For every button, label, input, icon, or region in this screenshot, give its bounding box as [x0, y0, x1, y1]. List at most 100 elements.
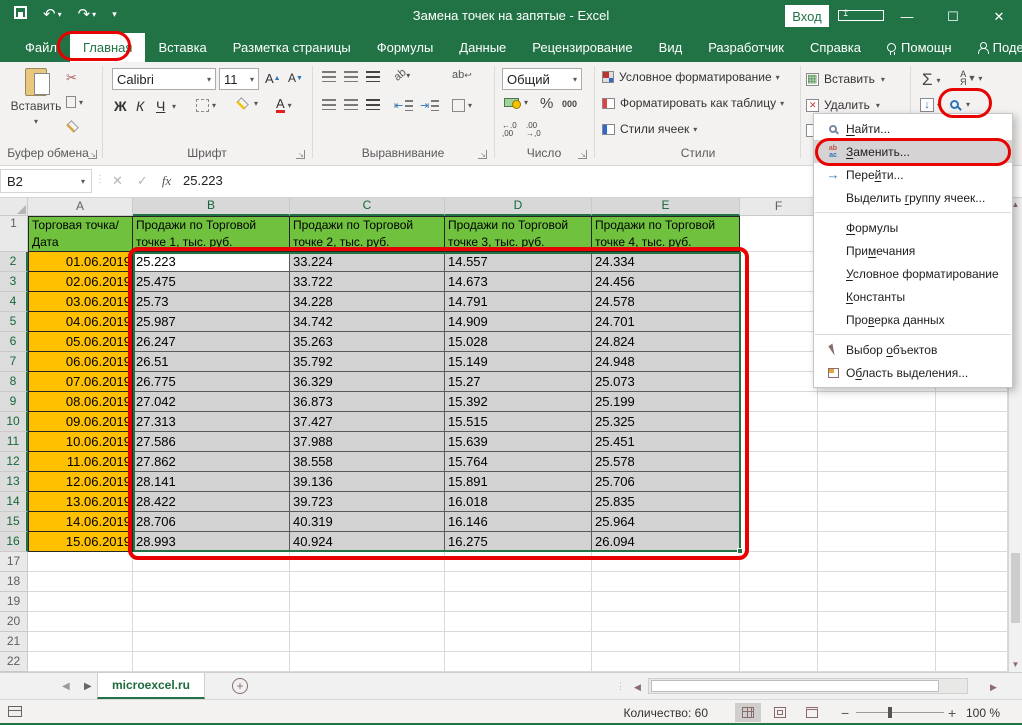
cell-D[interactable] [445, 572, 592, 592]
cell-A6-date[interactable]: 05.06.2019 [28, 332, 133, 352]
menu-item-выделитьгруппуячеек[interactable]: Выделить группу ячеек... [814, 186, 1012, 209]
fill-color-icon[interactable]: ▾ [236, 99, 258, 108]
align-middle-icon[interactable] [344, 71, 358, 82]
row-header-18[interactable]: 18 [0, 572, 28, 592]
column-header-C[interactable]: C [290, 198, 445, 216]
cell-D8[interactable]: 15.27 [445, 372, 592, 392]
menu-item-найти[interactable]: Найти... [814, 117, 1012, 140]
cell-F[interactable] [740, 452, 818, 472]
cell-E15[interactable]: 25.964 [592, 512, 740, 532]
cell-G[interactable] [818, 632, 936, 652]
cell-D15[interactable]: 16.146 [445, 512, 592, 532]
number-format-combo[interactable]: Общий▾ [502, 68, 582, 90]
fill-button[interactable]: ↓▾ [920, 98, 941, 112]
sign-in-button[interactable]: Вход [785, 5, 829, 27]
column-header-D[interactable]: D [445, 198, 592, 216]
cell-C7[interactable]: 35.792 [290, 352, 445, 372]
cut-icon[interactable]: ✂ [66, 70, 77, 86]
row-header-7[interactable]: 7 [0, 352, 28, 372]
zoom-slider-thumb[interactable] [888, 707, 892, 718]
cell-C[interactable] [290, 632, 445, 652]
align-top-icon[interactable] [322, 71, 336, 82]
redo-icon[interactable]: ↷▾ [78, 5, 97, 23]
cell-B[interactable] [133, 612, 290, 632]
menu-item-константы[interactable]: Константы [814, 285, 1012, 308]
cell-D6[interactable]: 15.028 [445, 332, 592, 352]
row-header-5[interactable]: 5 [0, 312, 28, 332]
cell-B10[interactable]: 27.313 [133, 412, 290, 432]
hscroll-left-icon[interactable]: ◀ [634, 682, 641, 693]
cell-A1-corner-header[interactable]: Торговая точка/ Дата [28, 216, 133, 252]
tab-home[interactable]: Главная [70, 33, 145, 62]
cell-G[interactable] [818, 532, 936, 552]
cell-E7[interactable]: 24.948 [592, 352, 740, 372]
close-icon[interactable]: ✕ [976, 9, 1022, 25]
zoom-out-icon[interactable]: − [841, 705, 849, 721]
cell-A9-date[interactable]: 08.06.2019 [28, 392, 133, 412]
font-name-combo[interactable]: Calibri▾ [112, 68, 216, 90]
menu-item-областьвыделения[interactable]: Область выделения... [814, 361, 1012, 384]
cell-F[interactable] [740, 612, 818, 632]
tabbar-splitter[interactable]: ⋮ [616, 681, 625, 692]
align-center-icon[interactable] [344, 99, 358, 110]
cell-F[interactable] [740, 392, 818, 412]
cell-E11[interactable]: 25.451 [592, 432, 740, 452]
save-icon[interactable] [14, 6, 27, 23]
shrink-font-icon[interactable]: A▼ [288, 71, 303, 85]
align-left-icon[interactable] [322, 99, 336, 110]
cell-F[interactable] [740, 292, 818, 312]
cancel-entry-icon[interactable]: ✕ [112, 173, 123, 189]
cell-C[interactable] [290, 592, 445, 612]
cell-F[interactable] [740, 332, 818, 352]
copy-icon[interactable]: ▾ [66, 96, 83, 108]
tab-file[interactable]: Файл [12, 33, 70, 62]
underline-dropdown-icon[interactable]: ▾ [172, 102, 176, 111]
cell-C11[interactable]: 37.988 [290, 432, 445, 452]
cell-E[interactable] [592, 552, 740, 572]
cell-F[interactable] [740, 372, 818, 392]
cell-H[interactable] [936, 452, 1008, 472]
cell-G[interactable] [818, 552, 936, 572]
cell-B12[interactable]: 27.862 [133, 452, 290, 472]
cell-E[interactable] [592, 652, 740, 672]
cell-F[interactable] [740, 252, 818, 272]
italic-button[interactable]: К [136, 98, 144, 114]
cell-G[interactable] [818, 652, 936, 672]
row-header-12[interactable]: 12 [0, 452, 28, 472]
cell-A4-date[interactable]: 03.06.2019 [28, 292, 133, 312]
increase-indent-icon[interactable]: ⇥ [420, 99, 439, 112]
font-size-combo[interactable]: 11▾ [219, 68, 259, 90]
cell-D12[interactable]: 15.764 [445, 452, 592, 472]
menu-item-примечания[interactable]: Примечания [814, 239, 1012, 262]
cell-F[interactable] [740, 552, 818, 572]
cell-E[interactable] [592, 572, 740, 592]
cell-C3[interactable]: 33.722 [290, 272, 445, 292]
row-header-13[interactable]: 13 [0, 472, 28, 492]
ribbon-display-options-icon[interactable] [838, 9, 884, 24]
cell-H[interactable] [936, 412, 1008, 432]
menu-item-перейти[interactable]: →Перейти... [814, 163, 1012, 186]
cell-B1-series-header[interactable]: Продажи по Торговой точке 1, тыс. руб. [133, 216, 290, 252]
minimize-icon[interactable]: — [884, 9, 930, 24]
menu-item-выборобъектов[interactable]: Выбор объектов [814, 338, 1012, 361]
cell-B13[interactable]: 28.141 [133, 472, 290, 492]
confirm-entry-icon[interactable]: ✓ [137, 173, 148, 189]
cell-F[interactable] [740, 632, 818, 652]
cell-B11[interactable]: 27.586 [133, 432, 290, 452]
cell-E16[interactable]: 26.094 [592, 532, 740, 552]
cell-B16[interactable]: 28.993 [133, 532, 290, 552]
row-header-8[interactable]: 8 [0, 372, 28, 392]
tab-assistant[interactable]: Помощн [874, 33, 965, 62]
cell-C5[interactable]: 34.742 [290, 312, 445, 332]
cell-G[interactable] [818, 612, 936, 632]
tab-data[interactable]: Данные [446, 33, 519, 62]
increase-decimal-icon[interactable]: ←.0,00 [502, 122, 517, 138]
macro-record-icon[interactable] [8, 706, 22, 717]
cell-B7[interactable]: 26.51 [133, 352, 290, 372]
cell-B14[interactable]: 28.422 [133, 492, 290, 512]
cell-C14[interactable]: 39.723 [290, 492, 445, 512]
cell-C[interactable] [290, 572, 445, 592]
cell-C[interactable] [290, 652, 445, 672]
row-header-17[interactable]: 17 [0, 552, 28, 572]
insert-function-icon[interactable]: fx [162, 173, 171, 189]
